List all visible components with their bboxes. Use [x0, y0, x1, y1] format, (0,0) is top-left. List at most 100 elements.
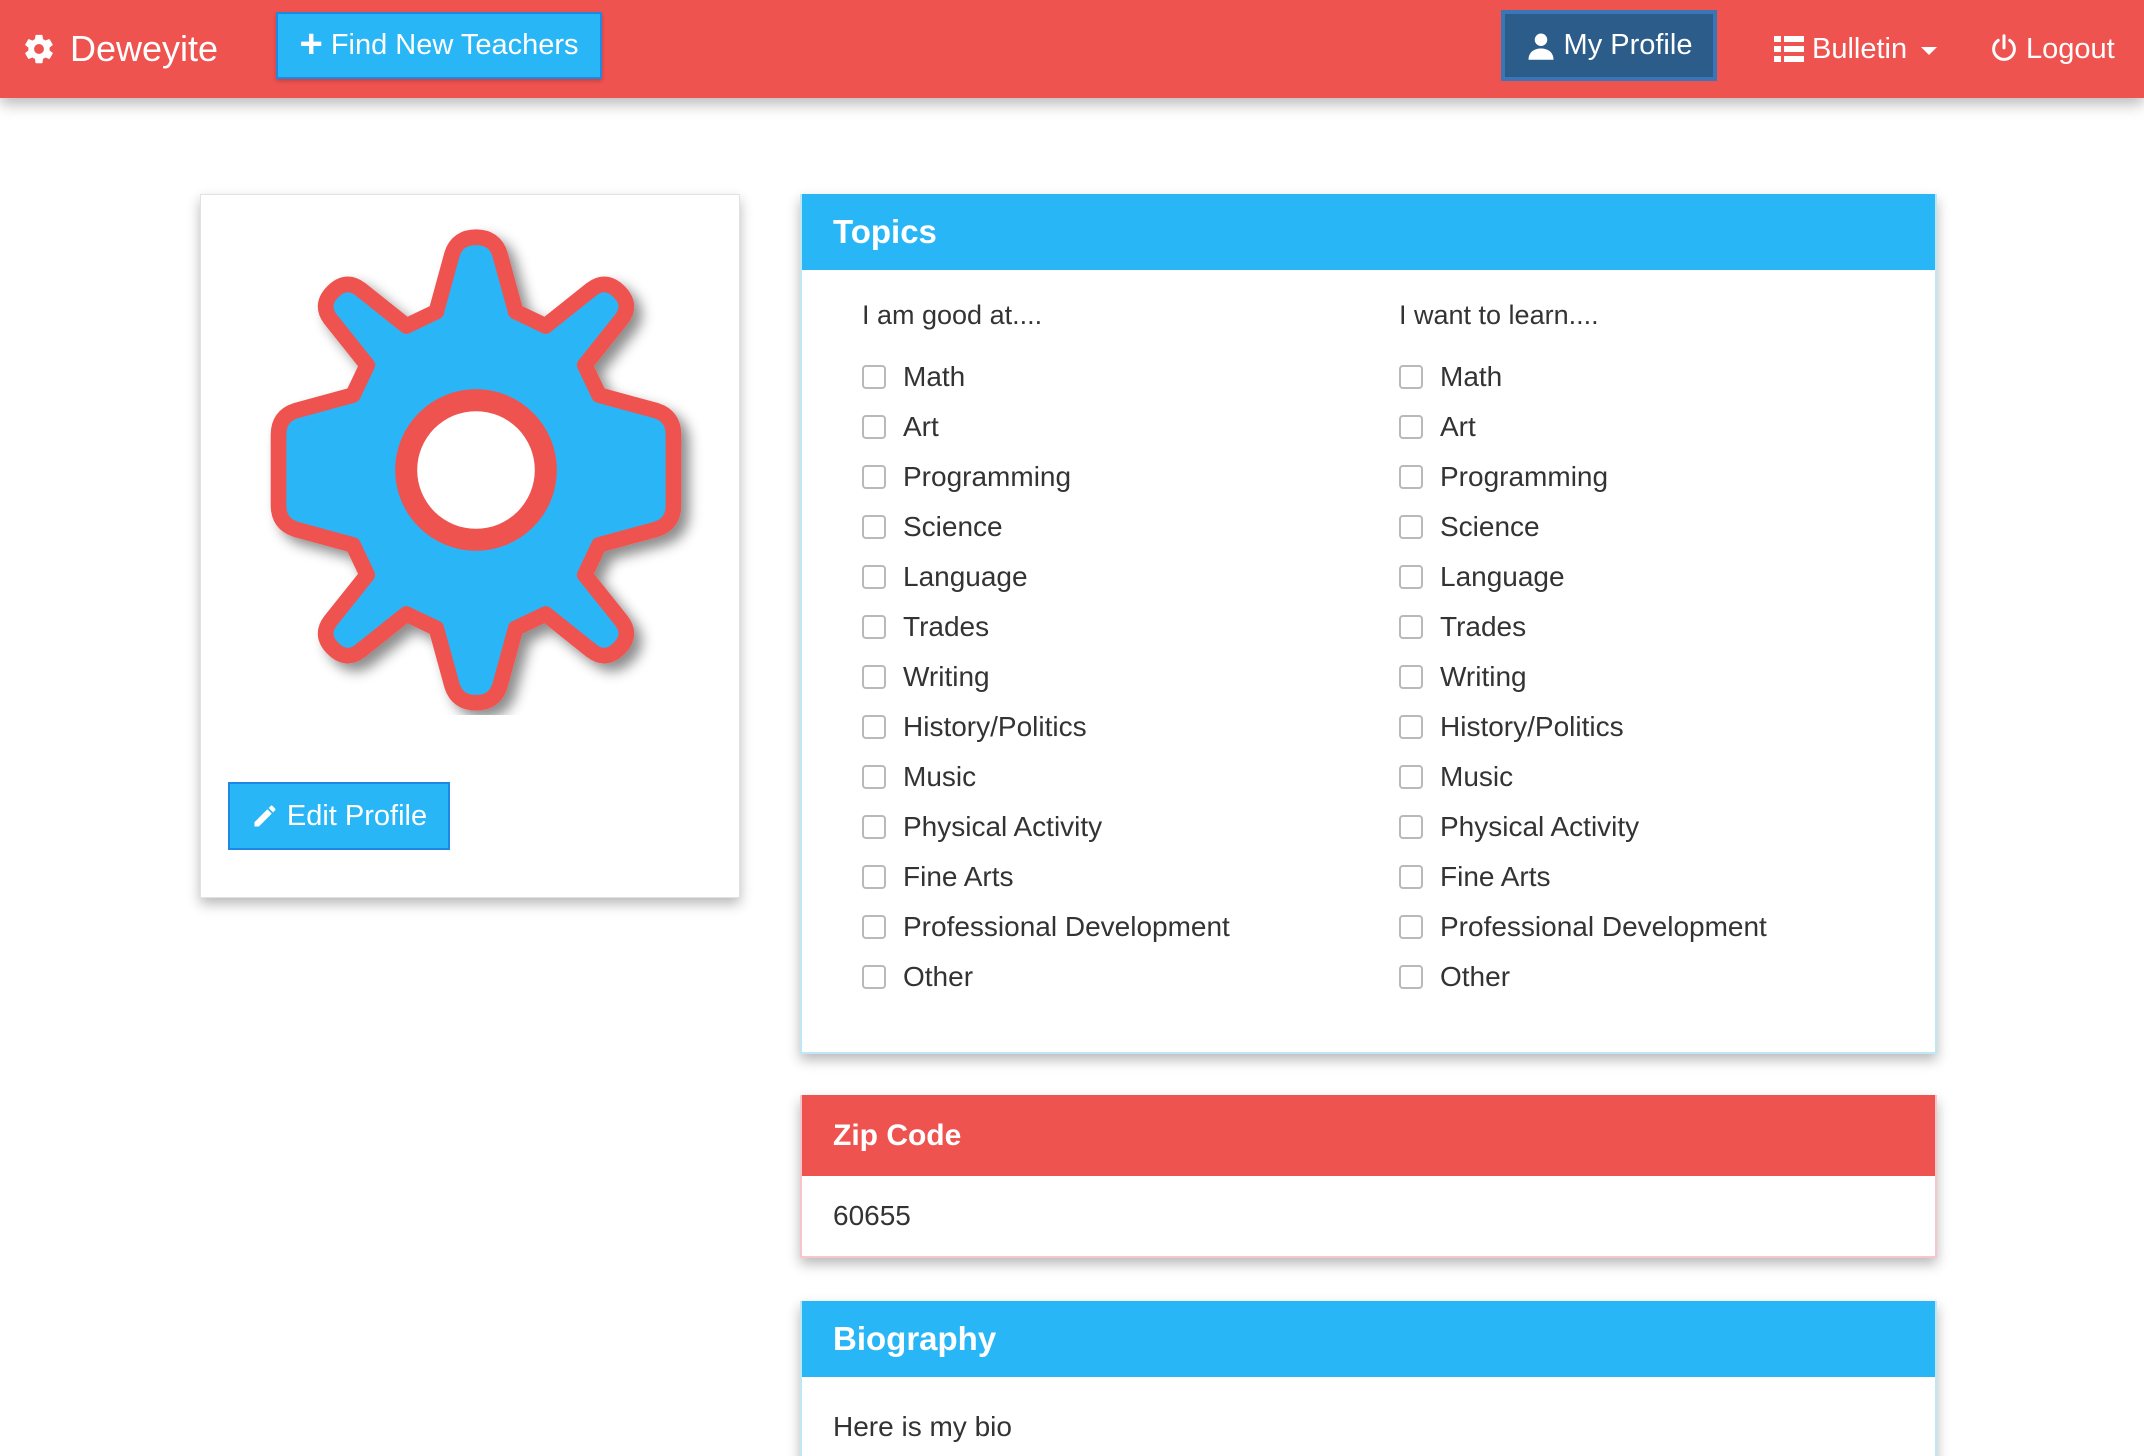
want-to-learn-topic-item[interactable]: Writing — [1399, 652, 1767, 702]
good-at-checkbox[interactable] — [862, 465, 886, 489]
want-to-learn-checkbox[interactable] — [1399, 715, 1423, 739]
chevron-down-icon — [1921, 47, 1938, 55]
want-to-learn-topic-label: Trades — [1440, 611, 1527, 642]
good-at-checkbox[interactable] — [862, 715, 886, 739]
want-to-learn-topic-item[interactable]: Fine Arts — [1399, 852, 1767, 902]
topics-heading: Topics — [802, 194, 1935, 270]
good-at-topic-item[interactable]: Writing — [862, 652, 1230, 702]
want-to-learn-topic-label: Art — [1440, 411, 1476, 442]
want-to-learn-topic-item[interactable]: Science — [1399, 502, 1767, 552]
power-icon — [1992, 34, 2016, 61]
want-to-learn-topic-item[interactable]: Language — [1399, 552, 1767, 602]
good-at-checkbox[interactable] — [862, 565, 886, 589]
good-at-topic-item[interactable]: Trades — [862, 602, 1230, 652]
zip-code-heading: Zip Code — [802, 1095, 1935, 1176]
biography-heading: Biography — [802, 1301, 1935, 1377]
edit-profile-button[interactable]: Edit Profile — [228, 782, 450, 850]
want-to-learn-checkbox[interactable] — [1399, 465, 1423, 489]
want-to-learn-checkbox[interactable] — [1399, 515, 1423, 539]
good-at-topic-item[interactable]: Science — [862, 502, 1230, 552]
good-at-topic-item[interactable]: Other — [862, 952, 1230, 1002]
good-at-topic-item[interactable]: Fine Arts — [862, 852, 1230, 902]
plus-icon: + — [299, 21, 323, 66]
want-to-learn-topic-label: Professional Development — [1440, 911, 1767, 942]
good-at-checkbox[interactable] — [862, 365, 886, 389]
want-to-learn-topic-item[interactable]: Programming — [1399, 452, 1767, 502]
brand-name: Deweyite — [70, 28, 219, 69]
want-to-learn-topic-label: Music — [1440, 761, 1514, 792]
good-at-topic-label: Art — [903, 411, 939, 442]
bulletin-dropdown[interactable]: Bulletin — [1774, 24, 1938, 74]
want-to-learn-checkbox[interactable] — [1399, 615, 1423, 639]
my-profile-button[interactable]: My Profile — [1501, 10, 1717, 81]
good-at-topic-label: Science — [903, 511, 1003, 542]
good-at-topic-item[interactable]: Professional Development — [862, 902, 1230, 952]
want-to-learn-topic-item[interactable]: Physical Activity — [1399, 802, 1767, 852]
zip-code-panel: Zip Code 60655 — [800, 1095, 1937, 1258]
good-at-topic-item[interactable]: Math — [862, 352, 1230, 402]
want-to-learn-topic-label: History/Politics — [1440, 711, 1624, 742]
want-to-learn-topic-label: Math — [1440, 361, 1503, 392]
find-new-teachers-label: Find New Teachers — [330, 29, 579, 61]
good-at-checkbox[interactable] — [862, 765, 886, 789]
want-to-learn-checkbox[interactable] — [1399, 815, 1423, 839]
want-to-learn-checkbox[interactable] — [1399, 665, 1423, 689]
good-at-topic-item[interactable]: Programming — [862, 452, 1230, 502]
good-at-topic-label: Other — [903, 961, 974, 992]
logout-label: Logout — [2026, 32, 2115, 65]
want-to-learn-checkbox[interactable] — [1399, 965, 1423, 989]
want-to-learn-topic-label: Writing — [1440, 661, 1527, 692]
good-at-topic-label: Music — [903, 761, 977, 792]
topics-panel: Topics I am good at.... Math Art Programmi… — [800, 194, 1937, 1054]
want-to-learn-topic-item[interactable]: Math — [1399, 352, 1767, 402]
edit-profile-label: Edit Profile — [286, 799, 428, 832]
good-at-checkbox[interactable] — [862, 915, 886, 939]
good-at-topic-label: Programming — [903, 461, 1072, 492]
want-to-learn-topic-item[interactable]: Music — [1399, 752, 1767, 802]
good-at-topic-item[interactable]: History/Politics — [862, 702, 1230, 752]
my-profile-label: My Profile — [1563, 29, 1693, 61]
want-to-learn-topic-label: Other — [1440, 961, 1511, 992]
good-at-topic-item[interactable]: Language — [862, 552, 1230, 602]
good-at-heading: I am good at.... — [862, 300, 1043, 330]
good-at-checkbox[interactable] — [862, 515, 886, 539]
good-at-topic-label: Trades — [903, 611, 990, 642]
want-to-learn-topic-label: Fine Arts — [1440, 861, 1551, 892]
want-to-learn-checkbox[interactable] — [1399, 865, 1423, 889]
good-at-checkbox[interactable] — [862, 665, 886, 689]
want-to-learn-list: Math Art Programming Science Language Trades W… — [1399, 352, 1767, 1002]
want-to-learn-topic-item[interactable]: Other — [1399, 952, 1767, 1002]
pencil-icon — [254, 805, 276, 827]
list-icon — [1774, 36, 1804, 62]
want-to-learn-topic-item[interactable]: Professional Development — [1399, 902, 1767, 952]
good-at-topic-label: Math — [903, 361, 966, 392]
good-at-topic-item[interactable]: Physical Activity — [862, 802, 1230, 852]
bulletin-label: Bulletin — [1812, 32, 1908, 65]
good-at-topic-label: Language — [903, 561, 1028, 592]
good-at-topic-item[interactable]: Art — [862, 402, 1230, 452]
brand-link[interactable]: Deweyite — [22, 24, 218, 74]
want-to-learn-topic-item[interactable]: Trades — [1399, 602, 1767, 652]
good-at-topic-item[interactable]: Music — [862, 752, 1230, 802]
zip-code-value: 60655 — [833, 1200, 911, 1231]
want-to-learn-checkbox[interactable] — [1399, 565, 1423, 589]
good-at-checkbox[interactable] — [862, 815, 886, 839]
good-at-checkbox[interactable] — [862, 415, 886, 439]
want-to-learn-topic-label: Programming — [1440, 461, 1609, 492]
good-at-checkbox[interactable] — [862, 965, 886, 989]
want-to-learn-checkbox[interactable] — [1399, 915, 1423, 939]
want-to-learn-checkbox[interactable] — [1399, 765, 1423, 789]
logout-link[interactable]: Logout — [1990, 24, 2115, 74]
good-at-topic-label: Writing — [903, 661, 990, 692]
want-to-learn-checkbox[interactable] — [1399, 365, 1423, 389]
good-at-topic-label: Fine Arts — [903, 861, 1014, 892]
good-at-checkbox[interactable] — [862, 865, 886, 889]
want-to-learn-checkbox[interactable] — [1399, 415, 1423, 439]
want-to-learn-topic-item[interactable]: Art — [1399, 402, 1767, 452]
gear-icon — [25, 34, 53, 64]
find-new-teachers-button[interactable]: + Find New Teachers — [276, 12, 602, 79]
want-to-learn-topic-label: Physical Activity — [1440, 811, 1640, 842]
want-to-learn-topic-item[interactable]: History/Politics — [1399, 702, 1767, 752]
good-at-checkbox[interactable] — [862, 615, 886, 639]
biography-text: Here is my bio — [833, 1411, 1012, 1442]
